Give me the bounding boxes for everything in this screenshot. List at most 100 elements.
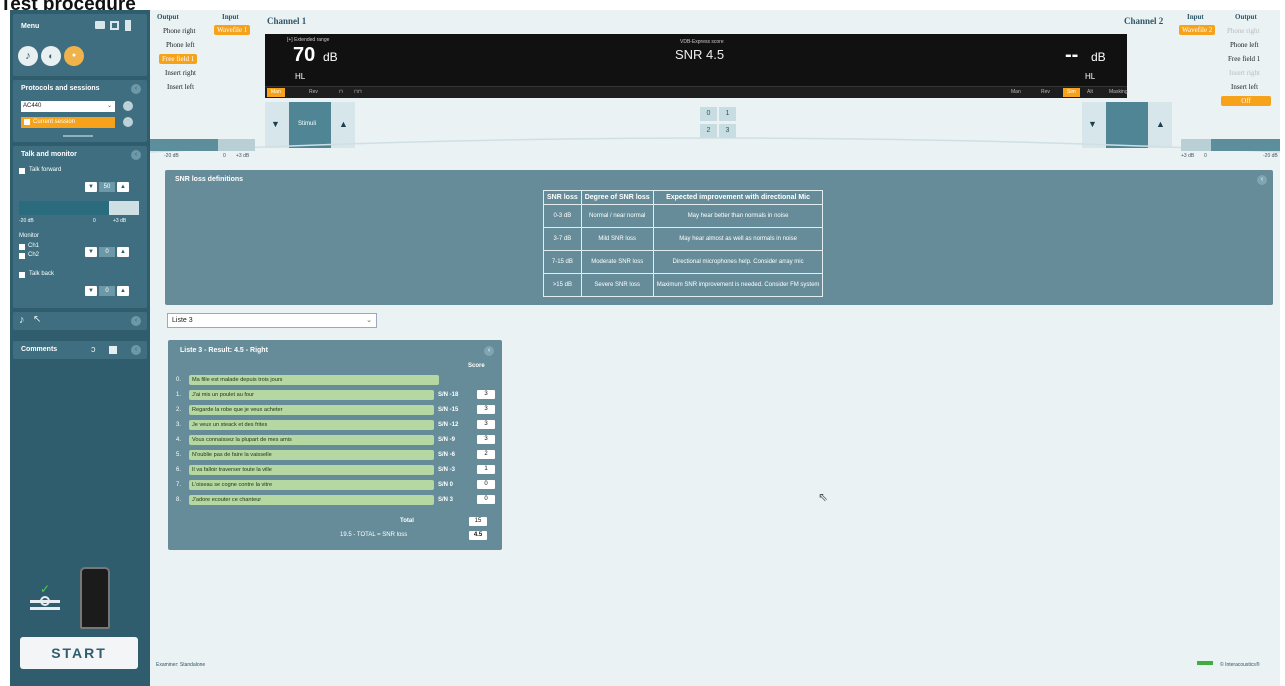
masking-button[interactable]: Masking	[1105, 88, 1132, 97]
total-value: 15	[469, 517, 487, 526]
cursor-icon[interactable]: ↖	[33, 314, 41, 325]
score-input[interactable]: 3	[477, 405, 495, 414]
ear-icon[interactable]: ↄ	[91, 344, 96, 354]
table-row: 0-3 dB Normal / near normal May hear bet…	[543, 204, 824, 228]
ch2-level-slider[interactable]	[1181, 139, 1280, 151]
score-input[interactable]: 3	[477, 420, 495, 429]
collapse-icon[interactable]: ‹	[484, 346, 494, 356]
ch2-input-wavefile[interactable]: Wavefile 2	[1179, 25, 1216, 35]
print-icon[interactable]	[95, 21, 105, 29]
cell: Normal / near normal	[580, 204, 654, 228]
ch2-man-button[interactable]: Man	[1007, 88, 1025, 97]
sentence: N'oublie pas de faire la vaisselle	[189, 450, 434, 460]
score-input[interactable]: 1	[477, 465, 495, 474]
cell: >15 dB	[543, 273, 582, 297]
result-panel: Liste 3 - Result: 4.5 - Right ‹ Score 0.…	[168, 340, 502, 550]
speech-mode-icon[interactable]: ◐	[41, 46, 61, 66]
collapse-icon[interactable]: ‹	[131, 316, 141, 326]
talk-forward-label: Talk forward	[29, 167, 62, 173]
save-icon[interactable]	[110, 21, 119, 30]
ch1-label: Ch1	[28, 243, 40, 249]
ch2-rev-button[interactable]: Rev	[1037, 88, 1054, 97]
ch2-output-insert-left[interactable]: Insert left	[1231, 83, 1258, 91]
main-area: Output Input Wavefile 1 Channel 1 Phone …	[150, 10, 1280, 686]
increase-button[interactable]: ▲	[117, 247, 129, 257]
ch2-checkbox[interactable]	[19, 253, 25, 259]
collapse-icon[interactable]: ‹	[131, 84, 141, 94]
ch1-input-wavefile[interactable]: Wavefile 1	[214, 25, 251, 35]
collapse-icon[interactable]: ‹	[131, 150, 141, 160]
increase-button[interactable]: ▲	[117, 286, 129, 296]
sim-button[interactable]: Sim	[1063, 88, 1080, 97]
session-settings-icon[interactable]	[123, 117, 133, 127]
ch2-output-free-field-1[interactable]: Free field 1	[1228, 55, 1260, 63]
ch2-unit: dB	[1091, 50, 1106, 64]
cell: May hear almost as well as normals in no…	[652, 227, 824, 251]
decrease-button[interactable]: ▼	[85, 247, 97, 257]
sentence: Je veux un steack et des frites	[189, 420, 434, 430]
ch1-output-insert-left[interactable]: Insert left	[167, 83, 194, 91]
channel2-title: Channel 2	[1124, 16, 1164, 26]
current-session-checkbox[interactable]	[24, 119, 30, 125]
sn-value: S/N -6	[438, 452, 456, 458]
ch1-output-phone-left[interactable]: Phone left	[166, 41, 195, 49]
check-icon: ✓	[40, 582, 51, 596]
ch2-off-button[interactable]: Off	[1221, 96, 1271, 106]
sentence: J'adore ecouter ce chanteur	[189, 495, 434, 505]
ch1-output-head: Output	[157, 13, 179, 21]
headphone-icon[interactable]: ♪	[19, 314, 25, 326]
formula-label: 19.5 - TOTAL = SNR loss	[340, 532, 408, 538]
decrease-button[interactable]: ▼	[85, 286, 97, 296]
ch2-output-insert-right[interactable]: Insert right	[1229, 69, 1260, 77]
talk-forward-slider[interactable]	[19, 201, 139, 215]
qs-mode-icon[interactable]: ●	[64, 46, 84, 66]
talk-forward-checkbox[interactable]	[19, 168, 25, 174]
sentence: Il va falloir traverser toute la ville	[189, 465, 434, 475]
cell: May hear better than normals in noise	[652, 204, 824, 228]
battery-icon	[1197, 661, 1213, 665]
decrease-button[interactable]: ▼	[85, 182, 97, 192]
note-icon[interactable]	[109, 346, 117, 354]
collapse-icon[interactable]: ‹	[131, 345, 141, 355]
start-button[interactable]: START	[20, 637, 138, 669]
score-input[interactable]: 3	[477, 435, 495, 444]
ch1-checkbox[interactable]	[19, 244, 25, 250]
door-icon[interactable]	[125, 20, 131, 31]
ch1-level-down-icon[interactable]: ▼	[271, 119, 280, 129]
ch2-level-up-icon[interactable]: ▲	[1156, 119, 1165, 129]
ch1-output-insert-right[interactable]: Insert right	[165, 69, 196, 77]
ch1-man-button[interactable]: Man	[267, 88, 285, 97]
collapse-icon[interactable]: ‹	[1257, 175, 1267, 185]
increase-button[interactable]: ▲	[117, 182, 129, 192]
ch1-level-up-icon[interactable]: ▲	[339, 119, 348, 129]
mouse-cursor-icon: ⇖	[818, 490, 829, 504]
ch1-hl: HL	[295, 72, 306, 81]
ch2-output-phone-left[interactable]: Phone left	[1230, 41, 1259, 49]
ch1-level-slider[interactable]	[150, 139, 255, 151]
sn-value: S/N -9	[438, 437, 456, 443]
grid-button-1[interactable]: 1	[719, 107, 736, 121]
protocol-select[interactable]: AC440 ⌄	[21, 101, 115, 112]
grid-button-0[interactable]: 0	[700, 107, 717, 121]
ch2-output-phone-right[interactable]: Phone right	[1227, 27, 1259, 35]
sentence: Regarde la robe que je veux acheter	[189, 405, 434, 415]
alt-button[interactable]: Alt	[1083, 88, 1097, 97]
extended-range-toggle[interactable]: [+] Extended range	[287, 37, 329, 43]
talk-monitor-box: Talk and monitor ‹ Talk forward ▼ 50 ▲ -…	[13, 146, 147, 308]
pulse-icon[interactable]: ⊓	[335, 88, 347, 97]
ch2-level-down-icon[interactable]: ▼	[1088, 119, 1097, 129]
ch1-output-phone-right[interactable]: Phone right	[163, 27, 195, 35]
header-degree: Degree of SNR loss	[580, 190, 654, 205]
list-select[interactable]: Liste 3 ⌄	[167, 313, 377, 328]
score-input[interactable]: 0	[477, 480, 495, 489]
score-input[interactable]: 3	[477, 390, 495, 399]
score-input[interactable]: 2	[477, 450, 495, 459]
audiogram-mode-icon[interactable]: ♪	[18, 46, 38, 66]
ch1-rev-button[interactable]: Rev	[305, 88, 322, 97]
protocol-settings-icon[interactable]	[123, 101, 133, 111]
talk-back-checkbox[interactable]	[19, 272, 25, 278]
warble-icon[interactable]: ⊓⊓	[350, 88, 366, 97]
current-session-button[interactable]: Current session	[21, 117, 115, 128]
ch1-output-free-field-1[interactable]: Free field 1	[159, 54, 198, 64]
score-input[interactable]: 0	[477, 495, 495, 504]
